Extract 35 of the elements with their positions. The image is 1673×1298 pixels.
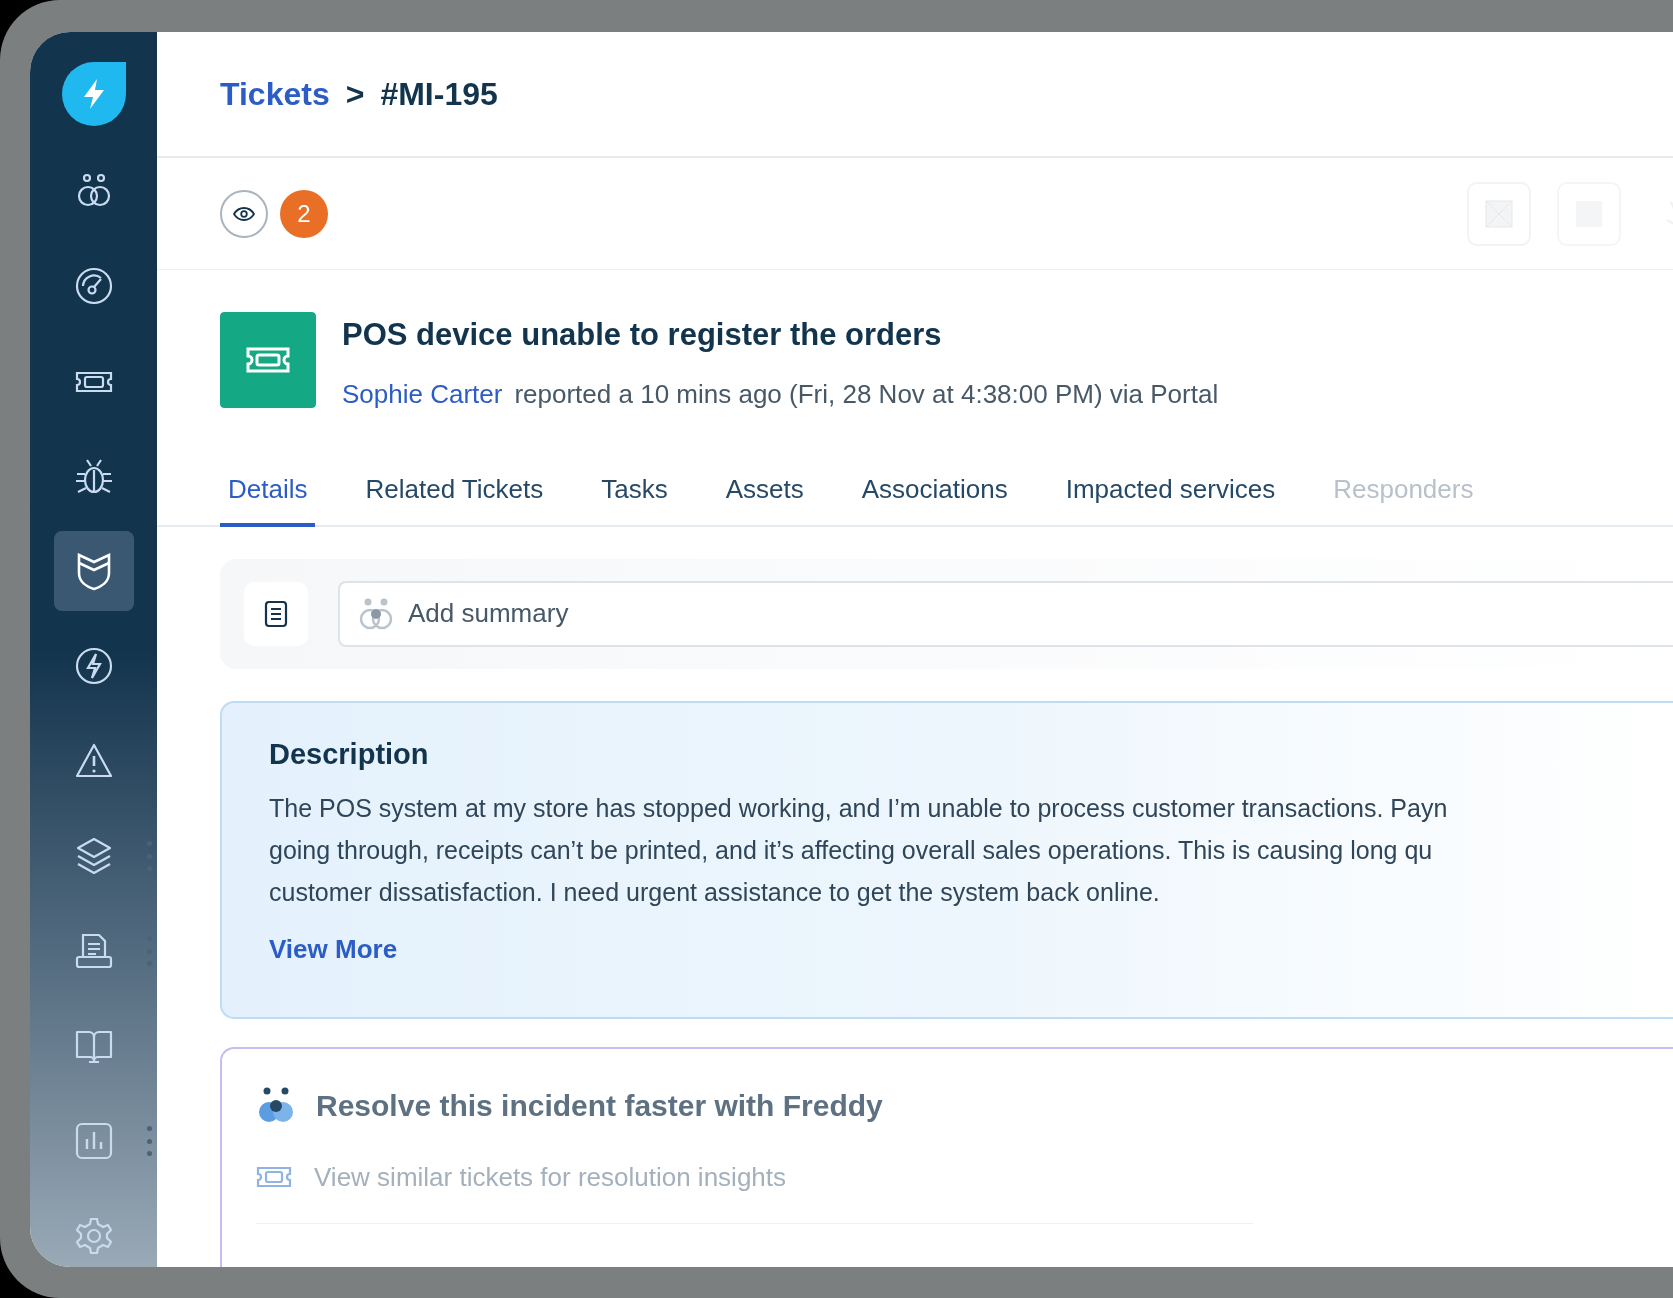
freddy-icon xyxy=(358,596,394,631)
document-tray-icon xyxy=(73,931,114,971)
gear-icon xyxy=(73,1216,114,1256)
breadcrumb-link[interactable]: Tickets xyxy=(220,70,330,118)
more-dots-icon[interactable] xyxy=(146,1126,152,1156)
ticket-title: POS device unable to register the orders xyxy=(342,316,943,354)
lightning-icon xyxy=(73,646,114,686)
ticket-icon xyxy=(220,312,316,408)
watch-button[interactable] xyxy=(220,189,268,238)
tab[interactable]: Details xyxy=(220,467,316,527)
document-icon xyxy=(264,599,288,628)
tab[interactable]: Related Tickets xyxy=(357,467,552,527)
tab[interactable]: Tasks xyxy=(593,467,676,527)
ticket-icon xyxy=(256,1165,292,1190)
close-box-icon xyxy=(1485,199,1513,228)
watcher-count-badge: 2 xyxy=(280,189,328,238)
gauge-icon xyxy=(73,266,114,306)
description-text: going through, receipts can’t be printed, and it’s affecting overall sales operations. This is causing long qu xyxy=(269,835,1433,867)
sidebar-nav-item[interactable] xyxy=(53,531,134,611)
requester-link[interactable]: Sophie Carter xyxy=(342,374,503,414)
view-more-link[interactable]: View More xyxy=(269,930,398,970)
description-text: The POS system at my store has stopped working, and I’m unable to process customer transactions. Payn xyxy=(269,793,1448,825)
tab[interactable]: Impacted services xyxy=(1057,467,1284,527)
ticket-meta: reported a 10 mins ago (Fri, 28 Nov at 4:38:00 PM) via Portal xyxy=(514,377,1219,411)
ticket-id: #MI-195 xyxy=(380,75,498,114)
summary-field[interactable]: Add summary xyxy=(338,580,1673,647)
bar-chart-icon xyxy=(73,1121,114,1161)
description-text: customer dissatisfaction. I need urgent assistance to get the system back online. xyxy=(269,877,1160,909)
breadcrumb-separator: > xyxy=(345,75,365,114)
tab[interactable]: Associations xyxy=(853,467,1016,527)
tab[interactable]: Assets xyxy=(717,467,812,527)
description-heading: Description xyxy=(269,736,430,772)
freddy-icon xyxy=(256,1086,296,1125)
eye-icon xyxy=(233,206,255,221)
freddy-heading: Resolve this incident faster with Freddy xyxy=(316,1087,883,1124)
